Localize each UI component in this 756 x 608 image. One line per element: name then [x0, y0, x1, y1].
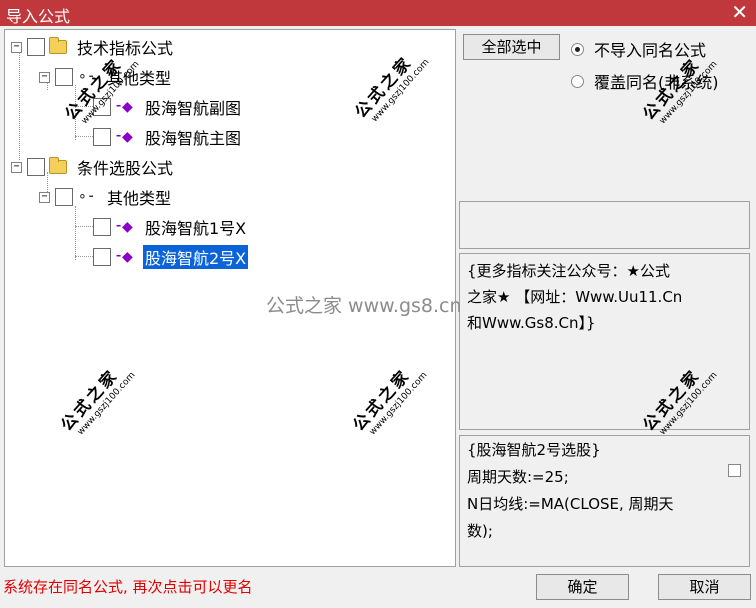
tree-connector — [75, 85, 76, 140]
formula-gem-icon: ⁃◆ — [115, 249, 133, 265]
formula-preview-panel: {股海智航2号选股} 周期天数:=25; N日均线:=MA(CLOSE, 周期天… — [459, 435, 750, 567]
tree-node-label: 股海智航1号X — [145, 219, 247, 238]
tree-connector — [75, 256, 95, 257]
tree-node-other-types[interactable]: − ⚬⁃ 其他类型 — [39, 186, 173, 208]
formula-name-field[interactable] — [459, 201, 750, 249]
tree-checkbox[interactable] — [93, 128, 111, 146]
description-panel: {更多指标关注公众号：★公式 之家★ 【网址：Www.Uu11.Cn 和Www.… — [459, 253, 750, 430]
tree-checkbox[interactable] — [93, 218, 111, 236]
collapse-icon[interactable]: − — [39, 71, 50, 83]
tree-node-label: 其他类型 — [107, 69, 172, 88]
tree-connector — [19, 52, 20, 160]
tree-checkbox[interactable] — [27, 158, 45, 176]
formula-line: N日均线:=MA(CLOSE, 周期天 — [467, 495, 674, 513]
collapse-icon[interactable]: − — [39, 191, 50, 203]
formula-line: 数); — [467, 522, 493, 540]
tree-connector — [75, 206, 76, 260]
tree-checkbox[interactable] — [93, 248, 111, 266]
radio-unselected-icon — [571, 74, 584, 88]
formula-tree[interactable]: − 技术指标公式 − ⚬⁃ 其他类型 ⁃◆ 股海智航副图 ⁃◆ 股海智航主图 −… — [4, 29, 456, 567]
overwrite-same-name-radio[interactable]: 覆盖同名(非系统) — [571, 69, 719, 93]
radio-label: 覆盖同名(非系统) — [594, 73, 719, 92]
title-bar: 导入公式 ✕ — [0, 0, 756, 26]
tree-connector — [75, 136, 95, 137]
tree-node-label: 股海智航2号X — [143, 245, 249, 269]
collapse-icon[interactable]: − — [11, 161, 22, 173]
tree-node-label: 条件选股公式 — [77, 159, 174, 178]
select-all-button[interactable]: 全部选中 — [463, 34, 560, 60]
tree-node-formula[interactable]: ⁃◆ 股海智航1号X — [93, 216, 248, 238]
tree-checkbox[interactable] — [93, 98, 111, 116]
formula-line: {股海智航2号选股} — [467, 441, 601, 459]
description-line: 和Www.Gs8.Cn】} — [467, 314, 596, 332]
description-line: 之家★ 【网址：Www.Uu11.Cn — [467, 288, 683, 306]
tree-node-label: 其他类型 — [107, 189, 172, 208]
folder-icon — [49, 37, 67, 54]
confirm-button[interactable]: 确定 — [536, 574, 629, 600]
tree-checkbox[interactable] — [55, 68, 73, 86]
tree-node-formula[interactable]: ⁃◆ 股海智航副图 — [93, 96, 243, 118]
tree-checkbox[interactable] — [55, 188, 73, 206]
tree-connector — [75, 226, 95, 227]
tree-connector — [75, 106, 95, 107]
radio-selected-icon — [571, 42, 584, 56]
formula-gem-icon: ⁃◆ — [115, 129, 133, 145]
cancel-button[interactable]: 取消 — [658, 574, 751, 600]
tree-node-formula-selected[interactable]: ⁃◆ 股海智航2号X — [93, 245, 249, 269]
tree-node-label: 技术指标公式 — [77, 39, 174, 58]
window-title: 导入公式 — [6, 7, 71, 26]
preview-checkbox[interactable] — [728, 464, 741, 477]
tree-node-tech-indicators[interactable]: − 技术指标公式 — [11, 36, 175, 58]
collapse-icon[interactable]: − — [11, 41, 22, 53]
close-icon[interactable]: ✕ — [731, 0, 748, 24]
key-icon: ⚬⁃ — [77, 189, 95, 205]
no-import-same-name-radio[interactable]: 不导入同名公式 — [571, 37, 706, 61]
status-message: 系统存在同名公式, 再次点击可以更名 — [3, 578, 253, 596]
tree-node-label: 股海智航主图 — [145, 129, 242, 148]
formula-line: 周期天数:=25; — [467, 468, 569, 486]
folder-icon — [49, 157, 67, 174]
tree-node-other-types[interactable]: − ⚬⁃ 其他类型 — [39, 66, 173, 88]
radio-label: 不导入同名公式 — [594, 41, 707, 60]
tree-checkbox[interactable] — [27, 38, 45, 56]
key-icon: ⚬⁃ — [77, 69, 95, 85]
tree-node-formula[interactable]: ⁃◆ 股海智航主图 — [93, 126, 243, 148]
formula-gem-icon: ⁃◆ — [115, 99, 133, 115]
description-line: {更多指标关注公众号：★公式 — [467, 262, 670, 280]
formula-gem-icon: ⁃◆ — [115, 219, 133, 235]
tree-node-stock-selection[interactable]: − 条件选股公式 — [11, 156, 175, 178]
tree-node-label: 股海智航副图 — [145, 99, 242, 118]
